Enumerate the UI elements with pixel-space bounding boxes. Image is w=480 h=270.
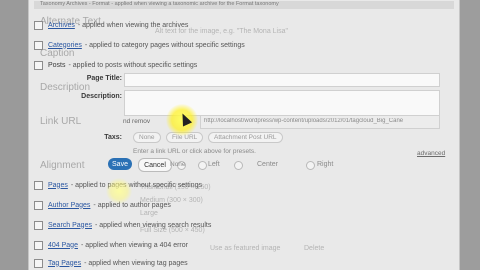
search-pages-desc: - applied when viewing search results (94, 221, 212, 229)
list-item[interactable]: Tag Pages - applied when viewing tag pag… (34, 256, 188, 270)
list-item[interactable]: Posts - applied to posts without specifi… (34, 58, 197, 72)
align-right-label: Right (317, 161, 334, 168)
page-title-label: Page Title: (86, 75, 122, 82)
tag-pages-checkbox[interactable] (34, 258, 43, 268)
archives-link[interactable]: Archives (48, 22, 75, 29)
search-pages-checkbox[interactable] (34, 220, 43, 230)
link-url-label: Link URL (40, 116, 82, 127)
left-gutter (0, 0, 28, 270)
404-page-desc: - applied when viewing a 404 error (80, 241, 188, 249)
link-preset-none-button[interactable]: None (133, 132, 161, 143)
align-right-radio[interactable] (306, 161, 315, 170)
page-title-input[interactable] (124, 73, 440, 87)
save-button[interactable]: Save (108, 158, 132, 170)
align-center-radio[interactable] (234, 161, 243, 170)
posts-checkbox[interactable] (34, 60, 43, 70)
right-gutter (458, 0, 480, 270)
pages-checkbox[interactable] (34, 180, 43, 190)
404-page-checkbox[interactable] (34, 240, 43, 250)
categories-link[interactable]: Categories (48, 42, 82, 49)
url-prefix-text: nd remov (123, 118, 151, 125)
delete-ghost: Delete (304, 245, 325, 252)
link-url-input[interactable]: http://localhost/wordpress/wp-content/up… (200, 115, 440, 129)
tag-pages-link[interactable]: Tag Pages (48, 260, 81, 267)
author-pages-desc: - applied to author pages (93, 201, 171, 209)
pages-desc: - applied to pages without specific sett… (70, 181, 202, 189)
posts-desc: - applied to posts without specific sett… (68, 61, 198, 69)
description-ghost-label: Description (40, 82, 91, 93)
404-page-link[interactable]: 404 Page (48, 242, 78, 249)
posts-link[interactable]: Posts (48, 62, 66, 69)
advanced-link[interactable]: advanced (417, 150, 445, 157)
alignment-label: Alignment (40, 160, 85, 171)
taxs-label: Taxs: (104, 134, 122, 141)
align-left-radio[interactable] (198, 161, 207, 170)
list-item[interactable]: Search Pages - applied when viewing sear… (34, 218, 211, 232)
cursor-trail-highlight (106, 178, 132, 204)
list-item[interactable]: Author Pages - applied to author pages (34, 198, 171, 212)
list-item[interactable]: Categories - applied to category pages w… (34, 38, 245, 52)
url-hint: Enter a link URL or click above for pres… (133, 148, 256, 155)
top-strip: Taxonomy Archives - Format - applied whe… (34, 1, 454, 9)
archives-desc: - applied when viewing the archives (77, 21, 189, 29)
use-featured-ghost: Use as featured image (210, 245, 281, 252)
link-preset-attachment-button[interactable]: Attachment Post URL (208, 132, 283, 143)
align-center-label: Center (257, 161, 279, 168)
author-pages-checkbox[interactable] (34, 200, 43, 210)
list-item[interactable]: 404 Page - applied when viewing a 404 er… (34, 238, 188, 252)
link-url-value: http://localhost/wordpress/wp-content/up… (204, 118, 404, 124)
author-pages-link[interactable]: Author Pages (48, 202, 90, 209)
cancel-button[interactable]: Cancel (138, 158, 172, 172)
categories-checkbox[interactable] (34, 40, 43, 50)
categories-desc: - applied to category pages without spec… (84, 41, 245, 49)
tag-pages-desc: - applied when viewing tag pages (84, 259, 188, 267)
top-strip-text: Taxonomy Archives - Format - applied whe… (40, 1, 279, 7)
align-left-label: Left (208, 161, 220, 168)
archives-checkbox[interactable] (34, 20, 43, 30)
search-pages-link[interactable]: Search Pages (48, 222, 92, 229)
align-none-label: None (170, 161, 186, 168)
pages-link[interactable]: Pages (48, 182, 68, 189)
description-label: Description: (81, 93, 122, 100)
list-item[interactable]: Archives - applied when viewing the arch… (34, 18, 188, 32)
